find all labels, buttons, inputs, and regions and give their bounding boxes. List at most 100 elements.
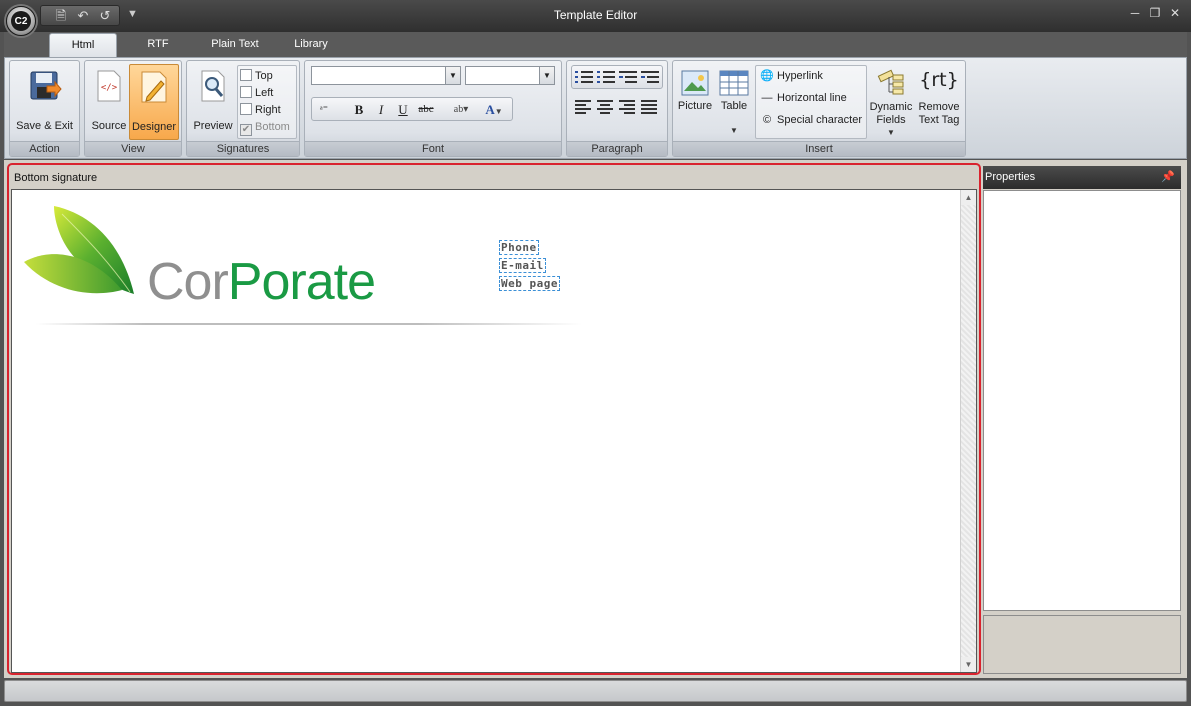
ribbon: Save & Exit Action </> Source Designer V… (4, 57, 1187, 159)
clear-format-icon[interactable]: ᵃ⁼ (315, 101, 333, 118)
minimize-icon[interactable]: ─ (1126, 6, 1144, 22)
phone-field-tag[interactable]: Phone (499, 240, 539, 255)
application-menu-button[interactable]: C2 (6, 6, 36, 36)
picture-button[interactable]: Picture (675, 64, 715, 140)
scroll-down-icon[interactable]: ▼ (961, 657, 976, 672)
logo-text-cor: Cor (147, 253, 229, 311)
table-button[interactable]: Table ▼ (715, 64, 753, 140)
web-page-field-tag[interactable]: Web page (499, 276, 560, 291)
remove-text-tag-icon: {rt} (919, 69, 959, 91)
top-checkbox[interactable]: Top (240, 68, 273, 84)
corporate-leaf-logo (24, 206, 134, 294)
group-action-label: Action (10, 141, 79, 156)
dynamic-fields-dropdown-icon[interactable]: ▼ (869, 128, 913, 137)
remove-text-tag-button[interactable]: {rt} Remove Text Tag (915, 64, 963, 140)
designer-pencil-icon (141, 71, 167, 103)
right-checkbox[interactable]: Right (240, 102, 281, 118)
source-label: Source (91, 120, 127, 132)
horizontal-line-button[interactable]: — Horizontal line (760, 88, 847, 108)
justify-icon[interactable] (641, 98, 661, 116)
list-format-bar (571, 65, 663, 89)
group-signatures: Preview Top Left Right ✔ Bottom Signature… (186, 60, 300, 157)
source-button[interactable]: </> Source (88, 64, 130, 140)
scroll-up-icon[interactable]: ▲ (961, 190, 976, 205)
hyperlink-button[interactable]: 🌐 Hyperlink (760, 66, 823, 86)
font-size-dropdown-icon[interactable]: ▼ (539, 67, 554, 84)
save-icon (30, 71, 62, 100)
group-action: Save & Exit Action (9, 60, 80, 157)
picture-label: Picture (677, 100, 713, 112)
bottom-checkbox[interactable]: ✔ Bottom (240, 119, 290, 136)
font-size-combo[interactable]: ▼ (465, 66, 555, 85)
align-left-icon[interactable] (575, 98, 595, 116)
remove-text-tag-label-line2: Text Tag (918, 114, 960, 126)
bold-icon[interactable]: B (350, 101, 368, 118)
insert-small-buttons: 🌐 Hyperlink — Horizontal line © Special cha… (755, 65, 867, 139)
document-canvas[interactable]: CorPorate Phone E-mail Web page ▲ ▼ (11, 189, 977, 673)
window-title: Template Editor (553, 8, 638, 22)
align-center-icon[interactable] (597, 98, 617, 116)
signature-position-options: Top Left Right ✔ Bottom (237, 65, 297, 139)
group-font: ▼ ▼ ᵃ⁼ B I U abc ab▾ A▼ Font (304, 60, 562, 157)
special-character-label: Special character (777, 114, 862, 126)
dynamic-fields-icon (877, 69, 904, 95)
preview-label: Preview (193, 120, 233, 132)
highlight-color-icon[interactable]: ab▾ (448, 101, 474, 118)
font-name-combo[interactable]: ▼ (311, 66, 461, 85)
special-character-icon: © (762, 114, 772, 126)
align-right-icon[interactable] (619, 98, 639, 116)
source-code-icon: </> (97, 70, 121, 102)
underline-icon[interactable]: U (394, 101, 412, 118)
font-format-bar: ᵃ⁼ B I U abc ab▾ A▼ (311, 97, 513, 121)
logo-divider (36, 323, 582, 325)
hyperlink-globe-icon: 🌐 (760, 70, 774, 82)
font-color-icon[interactable]: A▼ (480, 101, 508, 118)
dynamic-fields-button[interactable]: Dynamic Fields ▼ (869, 64, 913, 140)
remove-text-tag-label-line1: Remove (918, 101, 960, 113)
designer-button[interactable]: Designer (129, 64, 179, 140)
tab-html[interactable]: Html (49, 33, 117, 57)
close-icon[interactable]: ✕ (1166, 6, 1184, 22)
logo-text-porate: Porate (227, 253, 376, 311)
decrease-indent-icon[interactable] (619, 68, 639, 86)
main-area: Bottom signature CorPorate Phone E-mail … (4, 160, 1187, 678)
group-paragraph-label: Paragraph (567, 141, 667, 156)
properties-title: Properties (985, 171, 1036, 183)
properties-panel: Properties 📌 (983, 166, 1181, 676)
table-label: Table (720, 100, 748, 112)
restore-icon[interactable]: ❐ (1146, 6, 1164, 22)
bullet-list-icon[interactable] (575, 68, 595, 86)
status-bar (4, 680, 1187, 702)
group-font-label: Font (305, 141, 561, 156)
right-label: Right (255, 104, 281, 116)
strikethrough-icon[interactable]: abc (414, 101, 438, 118)
designer-label: Designer (131, 121, 177, 133)
save-exit-button[interactable]: Save & Exit (12, 64, 77, 140)
font-name-dropdown-icon[interactable]: ▼ (445, 67, 460, 84)
document-panel: Bottom signature CorPorate Phone E-mail … (7, 163, 981, 675)
svg-text:</>: </> (101, 83, 118, 93)
save-exit-label: Save & Exit (16, 120, 73, 132)
left-checkbox[interactable]: Left (240, 85, 273, 101)
pin-icon[interactable]: 📌 (1161, 166, 1175, 189)
table-dropdown-icon[interactable]: ▼ (715, 126, 753, 135)
document-vertical-scrollbar[interactable]: ▲ ▼ (960, 190, 976, 672)
increase-indent-icon[interactable] (641, 68, 661, 86)
tab-rtf[interactable]: RTF (134, 33, 182, 57)
table-icon (719, 70, 749, 96)
left-label: Left (255, 87, 274, 99)
group-signatures-label: Signatures (187, 141, 299, 156)
italic-icon[interactable]: I (372, 101, 390, 118)
email-field-tag[interactable]: E-mail (499, 258, 546, 273)
group-view: </> Source Designer View (84, 60, 182, 157)
special-character-button[interactable]: © Special character (760, 110, 862, 130)
group-insert: Picture Table ▼ 🌐 Hyperlink — Horizontal l… (672, 60, 966, 157)
tab-plain-text[interactable]: Plain Text (199, 33, 271, 57)
numbered-list-icon[interactable] (597, 68, 617, 86)
properties-grid[interactable] (983, 190, 1181, 611)
properties-description (983, 615, 1181, 674)
preview-magnifier-icon (201, 70, 225, 102)
horizontal-line-icon: — (761, 92, 773, 104)
tab-library[interactable]: Library (286, 33, 336, 57)
preview-button[interactable]: Preview (189, 64, 237, 140)
